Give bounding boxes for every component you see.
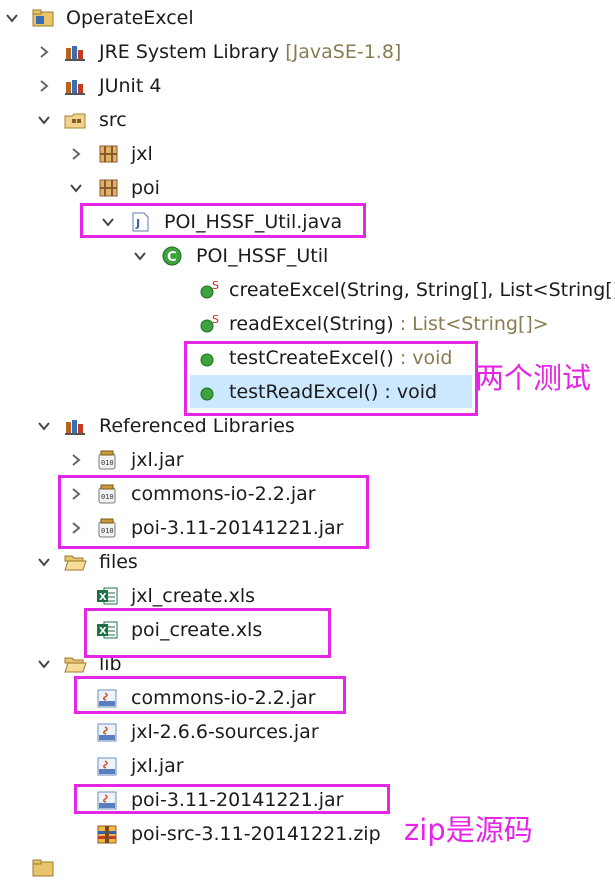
lib-jar-label[interactable]: jxl-2.6.6-sources.jar xyxy=(131,718,319,746)
lib-jar-label[interactable]: jxl.jar xyxy=(131,752,184,780)
tree-row-junit[interactable]: JUnit 4 xyxy=(0,69,615,103)
tree-row-method-create-excel[interactable]: S createExcel(String, String[], List<Str… xyxy=(0,273,615,307)
folder-open-icon xyxy=(64,552,87,572)
method-read-excel-label[interactable]: readExcel(String) xyxy=(229,313,394,335)
highlight-box-ref-jars xyxy=(58,475,369,549)
chevron-down-icon[interactable] xyxy=(38,556,50,568)
tree-row-ref-jar[interactable]: 010 jxl.jar xyxy=(0,443,615,477)
chevron-down-icon[interactable] xyxy=(38,420,50,432)
referenced-libraries-label[interactable]: Referenced Libraries xyxy=(99,412,295,440)
package-jxl-label[interactable]: jxl xyxy=(131,140,153,168)
tree-row-class[interactable]: C POI_HSSF_Util xyxy=(0,239,615,273)
chevron-down-icon[interactable] xyxy=(38,114,50,126)
chevron-down-icon[interactable] xyxy=(38,658,50,670)
tree-row-lib-jar[interactable]: jxl.jar xyxy=(0,749,615,783)
tree-row-package-jxl[interactable]: jxl xyxy=(0,137,615,171)
excel-file-icon: X xyxy=(96,586,118,606)
folder-open-icon xyxy=(64,654,87,674)
svg-text:X: X xyxy=(99,592,107,603)
library-icon xyxy=(64,416,86,436)
highlight-box-test-methods xyxy=(184,341,478,416)
chevron-right-icon[interactable] xyxy=(70,148,82,160)
zip-archive-icon xyxy=(96,824,118,844)
tree-row-jre-library[interactable]: JRE System Library [JavaSE-1.8] xyxy=(0,35,615,69)
java-jar-icon xyxy=(96,722,118,742)
svg-text:S: S xyxy=(212,280,219,292)
chevron-down-icon[interactable] xyxy=(134,250,146,262)
chevron-right-icon[interactable] xyxy=(38,46,50,58)
highlight-box-java-file xyxy=(80,203,366,238)
method-create-excel-label[interactable]: createExcel(String, String[], List<Strin… xyxy=(229,276,615,304)
highlight-box-commons-io xyxy=(74,676,346,714)
tree-row-method-read-excel[interactable]: S readExcel(String) : List<String[]> xyxy=(0,307,615,341)
svg-text:C: C xyxy=(167,250,177,265)
highlight-box-poi-create xyxy=(84,608,331,658)
tree-row-files-folder[interactable]: files xyxy=(0,545,615,579)
tree-row-project[interactable]: OperateExcel xyxy=(0,1,615,35)
tree-row-next-project-partial xyxy=(0,851,615,885)
tree-row-src[interactable]: src xyxy=(0,103,615,137)
package-icon xyxy=(98,144,120,164)
public-static-method-icon: S xyxy=(198,280,220,300)
annotation-two-tests: 两个测试 xyxy=(475,361,592,395)
package-explorer-tree: OperateExcel JRE System Library [JavaSE-… xyxy=(0,0,615,877)
tree-row-lib-jar[interactable]: jxl-2.6.6-sources.jar xyxy=(0,715,615,749)
public-static-method-icon: S xyxy=(198,314,220,334)
library-icon xyxy=(64,42,86,62)
library-icon xyxy=(64,76,86,96)
source-folder-icon xyxy=(64,110,86,130)
svg-text:010: 010 xyxy=(101,459,114,467)
files-folder-label[interactable]: files xyxy=(99,548,138,576)
junit-label[interactable]: JUnit 4 xyxy=(99,72,161,100)
annotation-zip-source: zip是源码 xyxy=(404,813,533,847)
highlight-box-poi-jar xyxy=(74,784,390,814)
chevron-right-icon[interactable] xyxy=(38,80,50,92)
method-read-excel-return-type: : List<String[]> xyxy=(393,313,549,335)
ref-jar-label[interactable]: jxl.jar xyxy=(131,446,184,474)
project-label[interactable]: OperateExcel xyxy=(66,4,194,32)
project-icon xyxy=(32,858,54,878)
xls-file-label[interactable]: jxl_create.xls xyxy=(131,582,255,610)
class-icon: C xyxy=(162,246,184,266)
package-icon xyxy=(98,178,120,198)
jar-icon: 010 xyxy=(96,450,118,470)
java-jar-icon xyxy=(96,756,118,776)
chevron-right-icon[interactable] xyxy=(70,454,82,466)
project-icon xyxy=(32,8,54,28)
package-poi-label[interactable]: poi xyxy=(131,174,160,202)
chevron-down-icon[interactable] xyxy=(70,182,82,194)
src-label[interactable]: src xyxy=(99,106,127,134)
class-label[interactable]: POI_HSSF_Util xyxy=(196,242,328,270)
chevron-down-icon[interactable] xyxy=(6,12,18,24)
lib-zip-label[interactable]: poi-src-3.11-20141221.zip xyxy=(131,820,381,848)
tree-row-package-poi[interactable]: poi xyxy=(0,171,615,205)
svg-text:S: S xyxy=(212,314,219,326)
jre-library-label[interactable]: JRE System Library xyxy=(99,41,279,63)
jre-version-decoration: [JavaSE-1.8] xyxy=(285,41,402,63)
